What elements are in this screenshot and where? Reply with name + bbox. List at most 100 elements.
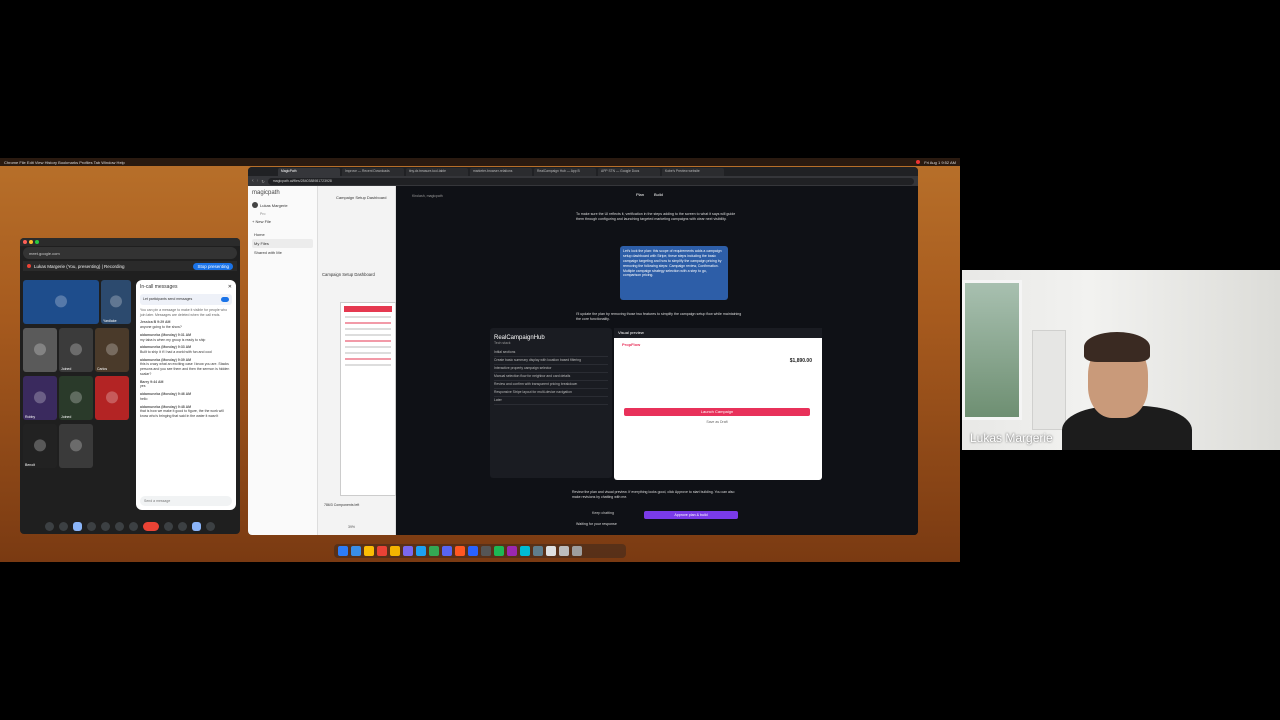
maximize-window-icon[interactable]: [35, 240, 39, 244]
user-plan: Pro: [260, 212, 266, 216]
raise-hand-button[interactable]: [115, 521, 124, 531]
camera-button[interactable]: [59, 521, 68, 531]
plan-section-item[interactable]: Review and confirm with transparent pric…: [494, 381, 608, 389]
browser-tab[interactable]: Improve — Recent Downloads: [342, 168, 404, 176]
meet-titlebar: [20, 238, 240, 246]
design-canvas[interactable]: Campaign Setup Dashboard Campaign Setup …: [318, 186, 396, 535]
present-button[interactable]: [101, 521, 110, 531]
plan-section-item[interactable]: Interactive property campaign selector: [494, 365, 608, 373]
reload-icon[interactable]: ↻: [261, 179, 264, 184]
plan-section-list: Initial sections Create basic summary dis…: [494, 349, 608, 405]
close-icon[interactable]: ✕: [228, 284, 232, 290]
dock-app-icon[interactable]: [351, 546, 361, 556]
browser-tab[interactable]: RealCampaign Hub — App B: [534, 168, 596, 176]
participant-name: Joined: [61, 367, 72, 371]
dock-app-icon[interactable]: [507, 546, 517, 556]
plan-section-item[interactable]: Manual selection flow for neighbor and c…: [494, 373, 608, 381]
main-browser-window: MagicPath Improve — Recent Downloads tiny.…: [248, 167, 918, 535]
agent-chat-pane: Kirolash, magicpath Plan Build To make s…: [396, 186, 918, 535]
meet-controls: [20, 518, 240, 534]
browser-tab[interactable]: Kobe's Preview website: [662, 168, 724, 176]
message-toggle[interactable]: [221, 297, 229, 302]
dock-app-icon[interactable]: [403, 546, 413, 556]
participant-tile[interactable]: [23, 280, 99, 324]
launch-campaign-button[interactable]: Launch Campaign: [624, 408, 810, 416]
frame-header-bar: [344, 306, 392, 312]
dock-app-icon[interactable]: [468, 546, 478, 556]
participant-tile[interactable]: Carlos: [95, 328, 129, 372]
presenting-text: Lukas Margerie (You, presenting) | Recor…: [34, 263, 125, 269]
menubar-left[interactable]: Chrome File Edit View History Bookmarks …: [4, 160, 125, 165]
browser-tab[interactable]: APP STN — Google Docs: [598, 168, 660, 176]
dock-app-icon[interactable]: [559, 546, 569, 556]
captions-button[interactable]: [73, 521, 82, 531]
dock-app-icon[interactable]: [520, 546, 530, 556]
browser-tab[interactable]: marketer-browser-relations: [470, 168, 532, 176]
build-tab[interactable]: Build: [654, 192, 663, 197]
minimize-window-icon[interactable]: [29, 240, 33, 244]
dock-app-icon[interactable]: [442, 546, 452, 556]
chat-message: aidamuneka (Monday) 9:31 AM my taba is wh…: [140, 333, 232, 342]
shared-desktop: Chrome File Edit View History Bookmarks …: [0, 158, 960, 562]
more-options-button[interactable]: [129, 521, 138, 531]
chat-button[interactable]: [192, 521, 201, 531]
dock-app-icon[interactable]: [481, 546, 491, 556]
back-icon[interactable]: ‹: [252, 178, 254, 184]
close-window-icon[interactable]: [23, 240, 27, 244]
keep-chatting-button[interactable]: Keep chatting: [592, 511, 614, 515]
dock-app-icon[interactable]: [338, 546, 348, 556]
user-menu[interactable]: Lukas Margerie: [252, 202, 313, 208]
design-frame[interactable]: [340, 302, 396, 496]
participant-tile[interactable]: [23, 328, 57, 372]
plan-section-item[interactable]: Responsive Stripe layout for multi-devic…: [494, 389, 608, 397]
participant-tile[interactable]: Joined: [59, 328, 93, 372]
stop-presenting-button[interactable]: Stop presenting: [193, 262, 233, 270]
nav-home[interactable]: Home: [252, 230, 313, 239]
dock-app-icon[interactable]: [494, 546, 504, 556]
approve-plan-button[interactable]: Approve plan & build: [644, 511, 738, 519]
mode-switch: Plan Build: [636, 192, 663, 197]
forward-icon[interactable]: ›: [257, 178, 259, 184]
nav-my-files[interactable]: My Files: [252, 239, 313, 248]
leave-call-button[interactable]: [143, 521, 159, 531]
participant-tile[interactable]: Yardlake: [101, 280, 131, 324]
components-left: 786/3 Components left: [324, 503, 360, 507]
webcam-feed: Lukas Margerie: [962, 270, 1280, 450]
info-button[interactable]: [164, 521, 173, 531]
url-bar[interactable]: magicpath.ai/files/2840388981723928: [267, 177, 914, 185]
emoji-button[interactable]: [87, 521, 96, 531]
browser-tab[interactable]: MagicPath: [278, 168, 340, 176]
plan-section-item[interactable]: Later: [494, 397, 608, 405]
people-button[interactable]: [178, 521, 187, 531]
activities-button[interactable]: [206, 521, 215, 531]
meet-address-bar[interactable]: meet.google.com: [23, 247, 237, 259]
plan-tab[interactable]: Plan: [636, 192, 644, 197]
new-file-button[interactable]: + New File: [252, 219, 313, 224]
participant-tile[interactable]: Benoit: [23, 424, 57, 468]
save-draft-button[interactable]: Save as Draft: [624, 420, 810, 427]
plan-section-item[interactable]: Create basic summary display with locati…: [494, 357, 608, 365]
plan-section-item[interactable]: Initial sections: [494, 349, 608, 357]
dock-app-icon[interactable]: [377, 546, 387, 556]
avatar: [34, 343, 46, 356]
participant-tile[interactable]: [95, 376, 129, 420]
participant-tile[interactable]: Robby: [23, 376, 57, 420]
project-path: Kirolash, magicpath: [412, 194, 443, 198]
participant-tile[interactable]: [59, 424, 93, 468]
browser-tab[interactable]: tiny.dx.treasure-tool-table: [406, 168, 468, 176]
zoom-level[interactable]: 39%: [348, 525, 355, 529]
dock-app-icon[interactable]: [546, 546, 556, 556]
avatar: [70, 343, 82, 356]
dock-app-icon[interactable]: [455, 546, 465, 556]
mic-button[interactable]: [45, 521, 54, 531]
frame-line: [345, 322, 391, 324]
dock-app-icon[interactable]: [572, 546, 582, 556]
send-message-input[interactable]: Send a message: [140, 496, 232, 506]
dock-app-icon[interactable]: [416, 546, 426, 556]
nav-shared[interactable]: Shared with Me: [252, 248, 313, 257]
dock-app-icon[interactable]: [533, 546, 543, 556]
dock-app-icon[interactable]: [429, 546, 439, 556]
dock-app-icon[interactable]: [390, 546, 400, 556]
dock-app-icon[interactable]: [364, 546, 374, 556]
participant-tile[interactable]: Joined: [59, 376, 93, 420]
